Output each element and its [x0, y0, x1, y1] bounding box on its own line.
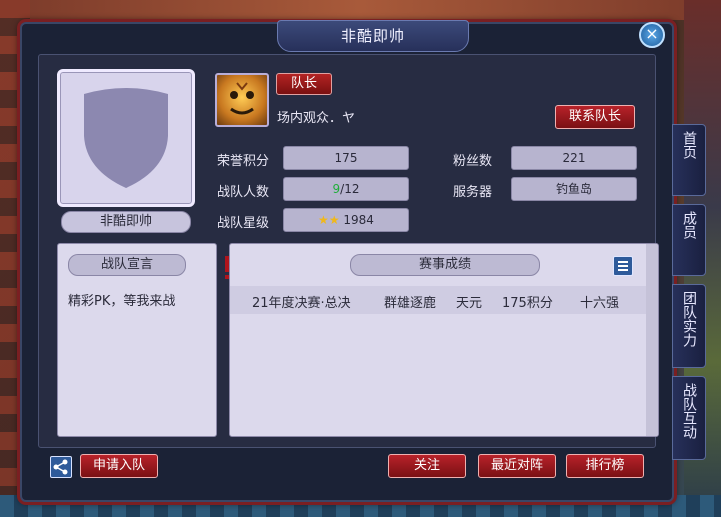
server-label: 服务器 [453, 185, 493, 200]
recent-matches-button[interactable]: 最近对阵 [478, 454, 556, 478]
star-icon: ★ [328, 213, 340, 227]
results-header: 赛事成绩 [350, 254, 540, 276]
captain-badge: 队长 [276, 73, 332, 95]
results-scrollbar[interactable] [646, 244, 658, 436]
table-row: 21年度决赛·总决 群雄逐鹿 天元 175积分 十六强 [230, 286, 646, 314]
follow-button[interactable]: 关注 [388, 454, 466, 478]
tab-home[interactable]: 首页 [672, 124, 706, 196]
result-points: 175积分 [502, 296, 553, 311]
results-panel: 赛事成绩 21年度决赛·总决 群雄逐鹿 天元 175积分 十六强 [229, 243, 659, 437]
honor-points-value: 175 [283, 146, 409, 170]
declaration-text: 精彩PK，等我来战 [68, 294, 176, 309]
server-value: 钓鱼岛 [511, 177, 637, 201]
team-emblem-frame [57, 69, 195, 207]
apply-join-button[interactable]: 申请入队 [80, 454, 158, 478]
star-level-label: 战队星级 [217, 216, 270, 231]
honor-points-label: 荣誉积分 [217, 154, 270, 169]
members-max: /12 [340, 182, 360, 196]
tab-members[interactable]: 成员 [672, 204, 706, 276]
background-scene-top [0, 0, 721, 20]
tiger-face-icon [230, 82, 254, 115]
result-name: 群雄逐鹿 [384, 296, 437, 311]
fans-value: 221 [511, 146, 637, 170]
members-current: 9 [332, 182, 341, 196]
leader-name: 场内观众．ヤ [277, 111, 356, 126]
members-label: 战队人数 [217, 185, 270, 200]
tab-members-label: 成员 [681, 211, 697, 239]
star-level-value: ★★ 1984 [283, 208, 409, 232]
close-button[interactable]: × [639, 22, 665, 48]
tab-team-strength-label: 团队实力 [681, 291, 697, 347]
tab-team-strength[interactable]: 团队实力 [672, 284, 706, 368]
tab-home-label: 首页 [681, 131, 697, 159]
shield-icon [84, 88, 168, 188]
window-title: 非酷即帅 [277, 20, 469, 52]
declaration-header: 战队宣言 [68, 254, 186, 276]
tab-team-interaction-label: 战队互动 [681, 383, 697, 439]
fans-label: 粉丝数 [453, 154, 493, 169]
ranking-button[interactable]: 排行榜 [566, 454, 644, 478]
star-icon: ★ [318, 213, 329, 227]
contact-leader-button[interactable]: 联系队长 [555, 105, 635, 129]
tab-team-interaction[interactable]: 战队互动 [672, 376, 706, 460]
team-name-label: 非酷即帅 [61, 211, 191, 233]
team-info-window: 非酷即帅 × 非酷即帅 队长 场内观众．ヤ 联系队长 荣誉积分 175 粉丝数 … [20, 20, 706, 502]
team-content-panel: 非酷即帅 队长 场内观众．ヤ 联系队长 荣誉积分 175 粉丝数 221 战队人… [38, 54, 659, 448]
members-value: 9/12 [283, 177, 409, 201]
result-rank: 十六强 [580, 296, 620, 311]
declaration-panel: 战队宣言 精彩PK，等我来战 [57, 243, 229, 437]
leader-avatar[interactable] [215, 73, 269, 127]
menu-icon[interactable] [613, 256, 633, 276]
star-level-number: 1984 [343, 213, 374, 227]
result-tier: 天元 [456, 296, 483, 311]
share-icon[interactable] [50, 456, 72, 478]
result-event: 21年度决赛·总决 [252, 296, 351, 311]
